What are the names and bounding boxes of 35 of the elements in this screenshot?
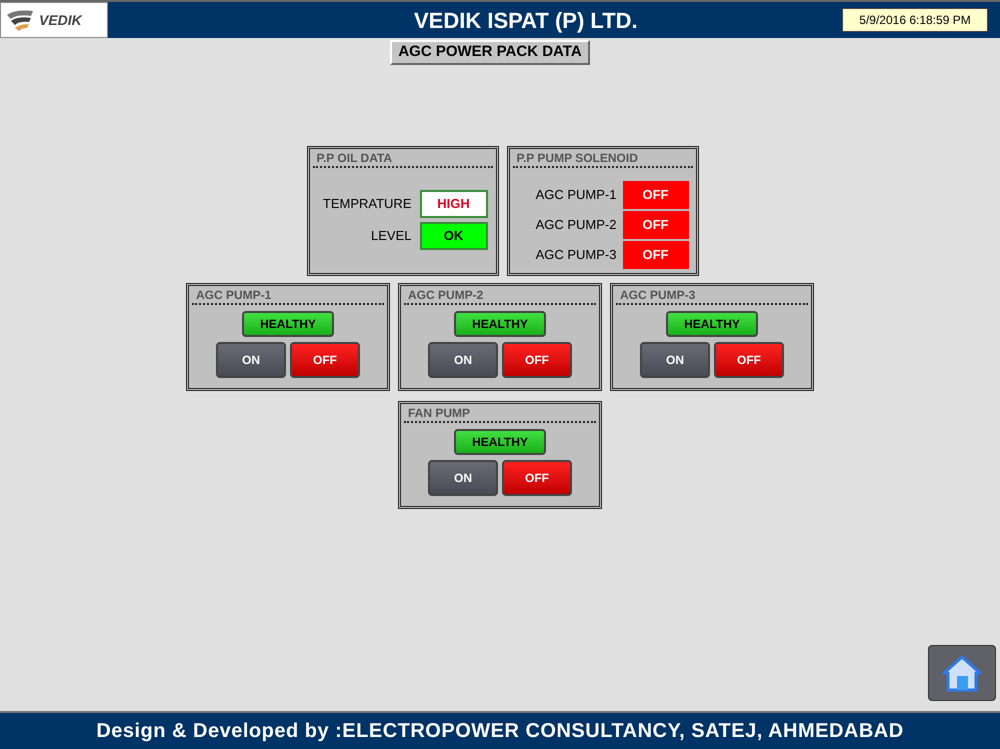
logo-text: VEDIK [39, 10, 82, 30]
status-indicator: OFF [622, 240, 690, 270]
field-label: AGC PUMP-2 [536, 216, 616, 234]
status-indicator: OFF [622, 180, 690, 210]
health-indicator: HEALTHY [666, 311, 758, 337]
date-time-display: 5/9/2016 6:18:59 PM [842, 8, 988, 32]
off-button[interactable]: OFF [502, 460, 572, 496]
panel-title: AGC PUMP-2 [404, 286, 596, 305]
status-indicator: OK [420, 222, 488, 250]
health-indicator: HEALTHY [454, 429, 546, 455]
home-button[interactable] [928, 645, 996, 701]
off-button[interactable]: OFF [290, 342, 360, 378]
home-icon [940, 653, 984, 693]
health-indicator: HEALTHY [242, 311, 334, 337]
panel-title: AGC PUMP-1 [192, 286, 384, 305]
field-label: AGC PUMP-1 [536, 186, 616, 204]
on-button[interactable]: ON [428, 460, 498, 496]
panel-title: P.P PUMP SOLENOID [512, 149, 692, 168]
panel-title: FAN PUMP [404, 404, 596, 423]
field-label: AGC PUMP-3 [536, 246, 616, 264]
panel-title: P.P OIL DATA [312, 149, 492, 168]
field-label: LEVEL [371, 227, 412, 246]
on-button[interactable]: ON [428, 342, 498, 378]
off-button[interactable]: OFF [714, 342, 784, 378]
off-button[interactable]: OFF [502, 342, 572, 378]
status-indicator: OFF [622, 210, 690, 240]
footer-credit: Design & Developed by :ELECTROPOWER CONSULTANCY, SATEJ, AHMEDABAD [96, 719, 904, 744]
status-indicator: HIGH [420, 190, 488, 218]
health-indicator: HEALTHY [454, 311, 546, 337]
on-button[interactable]: ON [640, 342, 710, 378]
on-button[interactable]: ON [216, 342, 286, 378]
field-label: TEMPRATURE [322, 195, 412, 214]
panel-title: AGC PUMP-3 [616, 286, 808, 305]
plant-title: VEDIK ISPAT (P) LTD. [414, 6, 638, 35]
screen-title: AGC POWER PACK DATA [390, 40, 590, 65]
